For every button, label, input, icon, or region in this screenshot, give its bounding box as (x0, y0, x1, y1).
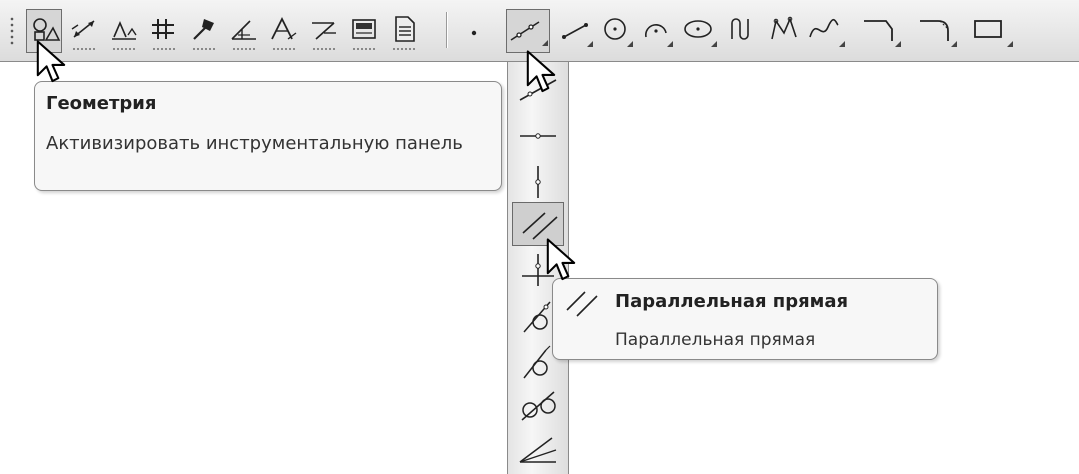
tangent-two-curves-icon (521, 391, 556, 421)
tooltip-title: Геометрия (46, 93, 157, 114)
designations-icon (112, 20, 137, 40)
bezier-curve-icon (809, 18, 839, 38)
parametrization-icon (193, 19, 214, 40)
flyout-tangent-two-curves[interactable] (512, 384, 564, 428)
mouse-cursor-icon (36, 40, 66, 83)
fillet-icon (920, 20, 949, 41)
vertical-line-icon (535, 166, 541, 198)
auxiliary-line-icon (510, 21, 540, 41)
associative-views-panel-button[interactable] (306, 9, 342, 53)
associative-views-icon (312, 22, 336, 40)
mouse-cursor-icon (526, 50, 556, 93)
ellipse-icon (684, 20, 712, 38)
designations-panel-button[interactable] (106, 9, 142, 53)
continuous-input-button[interactable] (724, 9, 760, 53)
rectangle-button[interactable] (966, 9, 1014, 53)
bisector-icon (519, 437, 557, 463)
polyline-button[interactable] (766, 9, 802, 53)
tooltip-description: Параллельная прямая (615, 330, 816, 350)
rectangle-icon (974, 20, 1002, 38)
fillet-button[interactable] (912, 9, 958, 53)
measure-icon (231, 20, 256, 40)
edit-icon (152, 19, 174, 39)
tooltip-title: Параллельная прямая (615, 291, 849, 312)
continuous-input-icon (731, 18, 749, 40)
arc-icon (645, 24, 667, 38)
flyout-horizontal-line[interactable] (512, 112, 564, 156)
selection-icon (271, 16, 297, 40)
geometry-tooltip: Геометрия Активизировать инструментальну… (34, 81, 502, 191)
dimensions-panel-button[interactable] (66, 9, 102, 53)
toolbar-grip[interactable] (10, 16, 14, 46)
circle-icon (604, 18, 626, 40)
flyout-vertical-line[interactable] (512, 160, 564, 204)
measure-panel-button[interactable] (226, 9, 262, 53)
circle-button[interactable] (598, 9, 634, 53)
dimensions-icon (71, 20, 95, 38)
arc-button[interactable] (638, 9, 674, 53)
spec-icon (352, 19, 376, 39)
point-button[interactable] (458, 9, 488, 53)
point-icon (471, 30, 477, 36)
parallel-line-tooltip: Параллельная прямая Параллельная прямая (552, 278, 938, 360)
bezier-curve-button[interactable] (806, 9, 846, 53)
tooltip-description: Активизировать инструментальную панель (46, 133, 463, 154)
parametrization-panel-button[interactable] (186, 9, 222, 53)
chamfer-icon (864, 20, 893, 41)
mouse-cursor-icon (546, 238, 576, 281)
spec-panel-button[interactable] (346, 9, 382, 53)
segment-icon (562, 23, 588, 39)
polyline-icon (771, 16, 797, 40)
reports-icon (395, 16, 415, 42)
segment-button[interactable] (558, 9, 594, 53)
selection-panel-button[interactable] (266, 9, 302, 53)
horizontal-line-icon (520, 133, 556, 139)
parallel-line-icon (566, 291, 598, 317)
auxiliary-line-button[interactable] (506, 9, 550, 53)
toolbar-separator (446, 12, 447, 48)
flyout-bisector[interactable] (512, 426, 564, 470)
chamfer-button[interactable] (856, 9, 902, 53)
reports-panel-button[interactable] (386, 9, 422, 53)
edit-panel-button[interactable] (146, 9, 182, 53)
ellipse-button[interactable] (678, 9, 718, 53)
